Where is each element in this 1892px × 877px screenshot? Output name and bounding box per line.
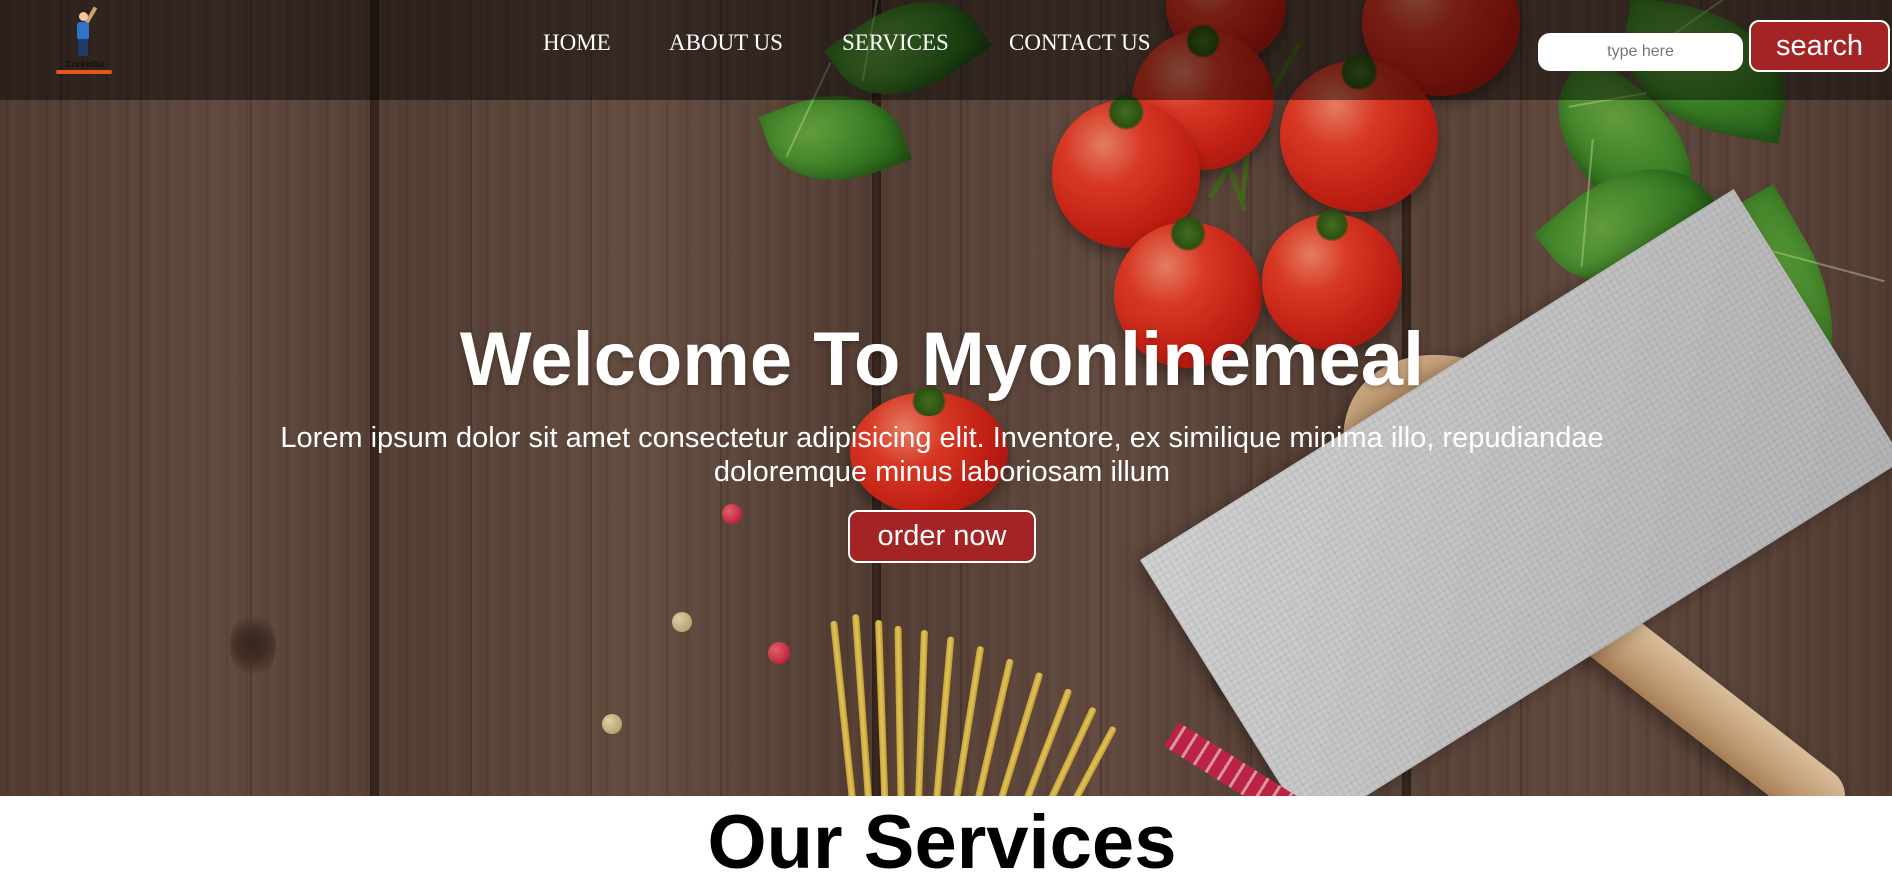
services-heading: Our Services [707, 800, 1177, 877]
logo-swoosh [56, 70, 112, 74]
navbar: CricketBiz HOME ABOUT US SERVICES CONTAC… [0, 0, 1892, 100]
logo-text: CricketBiz [65, 60, 105, 69]
nav-link-services[interactable]: SERVICES [842, 30, 949, 56]
cricket-player-logo-icon [74, 6, 98, 56]
search-button[interactable]: search [1749, 20, 1890, 72]
order-now-button[interactable]: order now [848, 510, 1036, 563]
hero-title: Welcome To Myonlinemeal [459, 317, 1425, 402]
nav-link-home[interactable]: HOME [543, 30, 611, 56]
site-logo[interactable]: CricketBiz [52, 6, 118, 76]
hero-description: Lorem ipsum dolor sit amet consectetur a… [280, 422, 1604, 488]
nav-link-about-us[interactable]: ABOUT US [669, 30, 783, 56]
search-input[interactable] [1538, 33, 1743, 71]
nav-link-contact-us[interactable]: CONTACT US [1009, 30, 1151, 56]
